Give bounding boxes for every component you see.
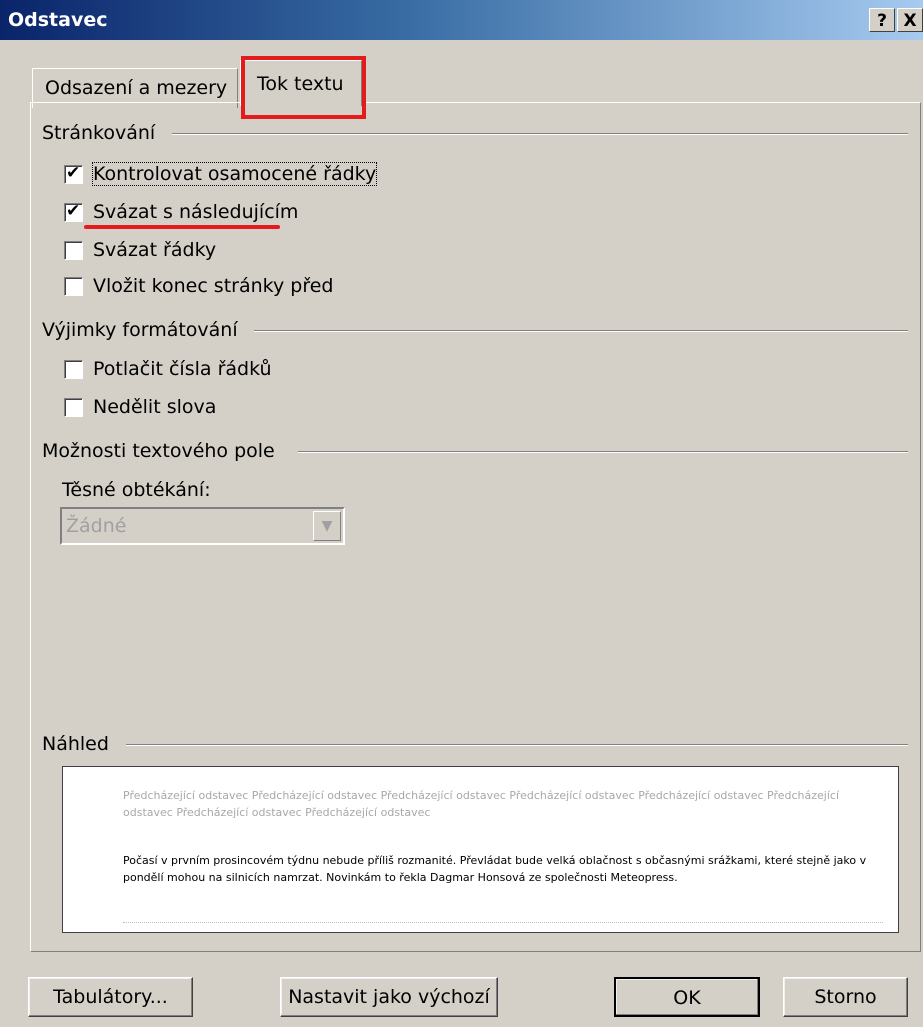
title-bar: Odstavec ? X [0,0,923,40]
ok-button[interactable]: OK [614,977,760,1017]
underline-annotation [84,225,280,229]
group-divider [298,451,908,453]
group-title-formatting-exceptions: Výjimky formátování [42,319,238,341]
group-title-textbox-options: Možnosti textového pole [42,440,275,462]
checkbox-box[interactable] [64,360,83,379]
group-divider [254,330,908,332]
checkbox-box[interactable] [64,241,83,260]
window-title: Odstavec [8,9,108,31]
preview-current-paragraph: Počasí v prvním prosincovém týdnu nebude… [123,854,867,884]
checkbox-label: Vložit konec stránky před [93,275,334,297]
tabs-button[interactable]: Tabulátory... [28,977,193,1017]
checkbox-label: Svázat řádky [93,239,217,261]
checkbox-box[interactable] [64,398,83,417]
cancel-button[interactable]: Storno [783,977,908,1017]
help-button[interactable]: ? [869,8,895,32]
highlight-annotation [241,56,366,119]
select-value: Žádné [66,515,127,537]
preview-previous-paragraph: Předcházející odstavec Předcházející ods… [123,789,840,819]
chevron-down-icon[interactable]: ▼ [313,511,341,541]
check-icon: ✔ [66,201,81,221]
checkbox-box[interactable] [64,277,83,296]
preview-box: Předcházející odstavec Předcházející ods… [62,766,899,933]
checkbox-label: Kontrolovat osamocené řádky [91,162,378,186]
group-title-pagination: Stránkování [42,122,156,144]
checkbox-label: Nedělit slova [93,396,217,418]
checkbox-label: Svázat s následujícím [93,201,299,223]
preview-next-paragraph [123,922,883,927]
close-button[interactable]: X [897,8,923,32]
group-title-preview: Náhled [42,733,109,755]
checkbox-box[interactable]: ✔ [64,163,83,184]
checkbox-box[interactable]: ✔ [64,201,83,222]
tight-wrap-label: Těsné obtékání: [62,479,211,501]
set-default-button[interactable]: Nastavit jako výchozí [280,977,498,1017]
group-divider [172,133,908,135]
checkbox-label: Potlačit čísla řádků [93,358,272,380]
tight-wrap-select[interactable]: Žádné ▼ [60,507,345,545]
group-divider [126,744,908,746]
check-icon: ✔ [66,163,81,183]
tab-label: Odsazení a mezery [45,77,228,99]
